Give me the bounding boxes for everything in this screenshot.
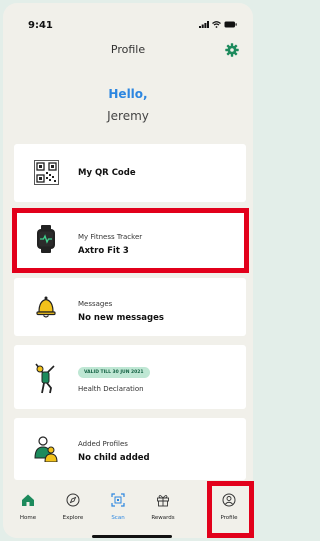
bell-icon xyxy=(33,294,59,320)
home-indicator xyxy=(92,535,172,538)
battery-icon xyxy=(224,21,237,28)
messages-card[interactable]: Messages No new messages xyxy=(14,278,246,336)
highlight-fitness-tracker xyxy=(12,208,249,273)
messages-status: No new messages xyxy=(78,313,164,323)
status-time: 9:41 xyxy=(28,20,53,31)
person-pose-icon xyxy=(33,361,59,395)
added-profiles-card[interactable]: Added Profiles No child added xyxy=(14,418,246,480)
nav-rewards[interactable]: Rewards xyxy=(141,485,185,538)
gift-icon xyxy=(157,495,169,507)
health-declaration-title: Health Declaration xyxy=(78,385,144,393)
highlight-profile-tab xyxy=(207,481,254,538)
signal-icon xyxy=(199,21,209,28)
compass-icon xyxy=(66,493,80,507)
nav-home[interactable]: Home xyxy=(6,485,50,538)
added-profiles-status: No child added xyxy=(78,453,150,463)
nav-rewards-label: Rewards xyxy=(151,515,175,521)
qr-code-icon xyxy=(33,159,59,185)
health-declaration-card[interactable]: VALID TILL 30 JUN 2021 Health Declaratio… xyxy=(14,345,246,409)
greeting-username: Jeremy xyxy=(107,109,149,123)
nav-explore[interactable]: Explore xyxy=(51,485,95,538)
gear-icon[interactable] xyxy=(225,43,239,57)
family-icon xyxy=(33,436,59,462)
nav-explore-label: Explore xyxy=(62,515,84,521)
home-icon xyxy=(22,494,34,506)
wifi-icon xyxy=(212,21,221,28)
added-profiles-title: Added Profiles xyxy=(78,440,128,448)
scan-icon xyxy=(111,493,125,507)
status-bar: 9:41 xyxy=(3,3,253,35)
greeting-hello: Hello, xyxy=(108,87,148,101)
status-icons xyxy=(199,21,237,28)
page-title: Profile xyxy=(110,43,146,56)
messages-title: Messages xyxy=(78,300,113,308)
nav-scan-label: Scan xyxy=(111,515,125,521)
nav-home-label: Home xyxy=(19,515,37,521)
nav-scan[interactable]: Scan xyxy=(96,485,140,538)
qr-code-label: My QR Code xyxy=(78,168,136,178)
qr-code-card[interactable]: My QR Code xyxy=(14,144,246,202)
validity-badge: VALID TILL 30 JUN 2021 xyxy=(78,367,150,378)
